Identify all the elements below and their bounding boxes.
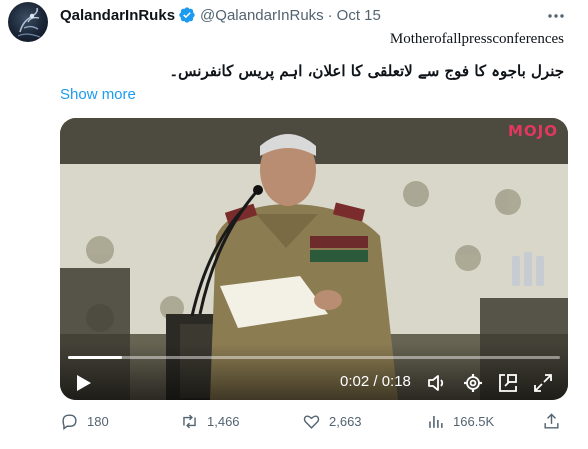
play-icon[interactable]	[72, 372, 94, 394]
like-button[interactable]: 2,663	[302, 412, 362, 431]
like-count: 2,663	[329, 414, 362, 429]
heart-icon	[303, 415, 320, 429]
author-handle[interactable]: @QalandarInRuks	[200, 7, 324, 24]
reply-count: 180	[87, 414, 109, 429]
video-player[interactable]: MOJO 0:02 / 0:18	[60, 118, 568, 400]
retweet-button[interactable]: 1,466	[180, 412, 240, 431]
views-icon	[429, 415, 443, 428]
video-progress-fill	[68, 356, 123, 359]
author-display-name[interactable]: QalandarInRuks	[60, 7, 175, 24]
fullscreen-icon[interactable]	[532, 372, 554, 394]
video-time: 0:02 / 0:18	[340, 373, 411, 390]
tweet-text-line-2: جنرل باجوہ کا فوج سے لاتعلقی کا اعلان، ا…	[169, 62, 564, 80]
tweet-date[interactable]: Oct 15	[337, 7, 381, 24]
volume-icon[interactable]	[426, 372, 448, 394]
tweet-header: QalandarInRuks @QalandarInRuks · Oct 15	[60, 5, 381, 25]
pip-icon[interactable]	[497, 372, 519, 394]
avatar-image	[17, 7, 41, 38]
share-button[interactable]	[542, 412, 569, 431]
channel-logo: MOJO	[507, 122, 558, 140]
retweet-count: 1,466	[207, 414, 240, 429]
share-icon	[544, 413, 559, 429]
settings-icon[interactable]	[462, 372, 484, 394]
video-progress-bar[interactable]	[68, 356, 560, 359]
tweet-text-line-1: Motherofallpressconferences	[389, 31, 564, 47]
separator-dot: ·	[327, 6, 333, 24]
author-avatar[interactable]	[8, 2, 48, 42]
more-options-icon[interactable]	[546, 6, 566, 26]
views-button[interactable]: 166.5K	[426, 412, 494, 431]
view-count: 166.5K	[453, 414, 495, 429]
reply-button[interactable]: 180	[60, 412, 109, 431]
reply-icon	[62, 414, 77, 431]
tweet-actions: 180 1,466 2,663 166.5K	[60, 412, 568, 436]
show-more-link[interactable]: Show more	[60, 86, 136, 103]
verified-badge-icon	[178, 6, 196, 24]
retweet-icon	[183, 414, 196, 429]
video-controls: 0:02 / 0:18	[60, 344, 568, 400]
